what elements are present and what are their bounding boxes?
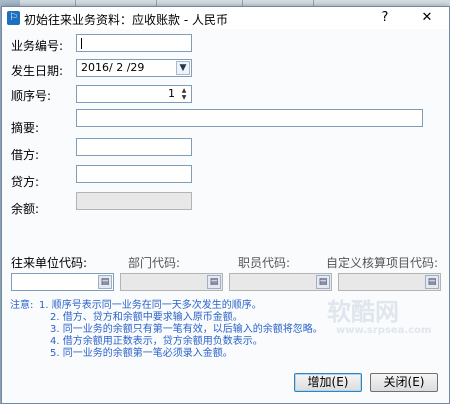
watermark-logo: 软酷网 [327, 298, 399, 326]
app-icon: ⚐ [7, 11, 20, 25]
staff-code-label: 职员代码: [238, 256, 291, 270]
note-line: 4. 借方余额用正数表示，贷方余额用负数表示。 [50, 336, 263, 347]
help-button[interactable]: ? [370, 8, 400, 28]
watermark-url: www.srpsea.com [336, 325, 432, 336]
notes-prefix: 注意: [10, 300, 34, 311]
date-picker[interactable]: 2016/ 2 /29 ▼ [76, 59, 192, 77]
lookup-icon[interactable]: ▤ [98, 275, 112, 289]
summary-input[interactable] [76, 109, 423, 127]
seq-value: 1 [168, 87, 175, 100]
dept-code-input: ▤ [120, 273, 223, 291]
date-label: 发生日期: [11, 64, 64, 78]
spin-buttons[interactable]: ▲ ▼ [178, 87, 190, 101]
biz-no-input[interactable] [76, 34, 192, 52]
close-button[interactable]: 关闭(E) [370, 373, 438, 392]
custom-code-input: ▤ [338, 273, 441, 291]
custom-code-label: 自定义核算项目代码: [326, 256, 439, 270]
unit-code-input[interactable]: ▤ [11, 273, 114, 291]
close-icon[interactable]: ✕ [412, 8, 442, 28]
add-button[interactable]: 增加(E) [294, 373, 362, 392]
biz-no-label: 业务编号: [11, 39, 64, 53]
debit-label: 借方: [11, 148, 40, 162]
lookup-icon: ▤ [316, 275, 330, 289]
credit-input[interactable] [76, 165, 192, 183]
debit-input[interactable] [76, 138, 192, 156]
note-line: 2. 借方、贷方和余额中要求输入原币金额。 [50, 312, 243, 323]
credit-label: 贷方: [11, 175, 40, 189]
staff-code-input: ▤ [229, 273, 332, 291]
lookup-icon: ▤ [425, 275, 439, 289]
unit-code-label: 往来单位代码: [11, 256, 88, 270]
title-bar: ⚐ 初始往来业务资料：应收账款 - 人民币 ? ✕ [2, 7, 449, 29]
dept-code-label: 部门代码: [128, 256, 181, 270]
note-line: 3. 同一业务的余额只有第一笔有效，以后输入的余额将忽略。 [50, 324, 323, 335]
lookup-icon: ▤ [207, 275, 221, 289]
balance-label: 余额: [11, 202, 40, 216]
spin-up-icon[interactable]: ▲ [178, 87, 190, 94]
note-line: 1. 顺序号表示同一业务在同一天多次发生的顺序。 [39, 300, 262, 311]
balance-input [76, 192, 192, 210]
text-caret [81, 38, 82, 49]
note-line: 5. 同一业务的余额第一笔必须录入金额。 [50, 348, 233, 359]
window-title: 初始往来业务资料：应收账款 - 人民币 [24, 13, 228, 27]
spin-down-icon[interactable]: ▼ [178, 94, 190, 101]
seq-label: 顺序号: [11, 89, 52, 103]
summary-label: 摘要: [11, 121, 40, 135]
initial-ar-dialog: ⚐ 初始往来业务资料：应收账款 - 人民币 ? ✕ 业务编号: 发生日期: 20… [1, 6, 450, 404]
date-value: 2016/ 2 /29 [81, 61, 145, 74]
chevron-down-icon[interactable]: ▼ [176, 61, 190, 75]
seq-stepper[interactable]: 1 ▲ ▼ [76, 85, 192, 103]
